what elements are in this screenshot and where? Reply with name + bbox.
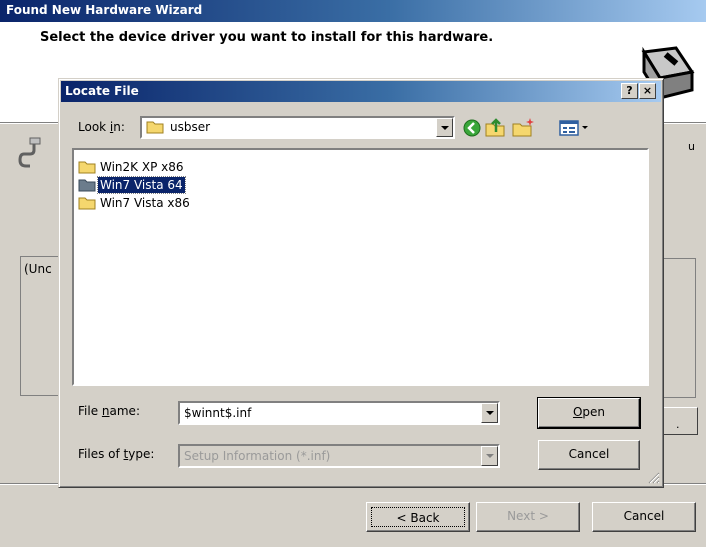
back-button[interactable]: < Back (366, 502, 470, 532)
wizard-heading: Select the device driver you want to ins… (40, 30, 494, 45)
close-button[interactable]: × (639, 83, 656, 99)
wizard-titlebar: Found New Hardware Wizard (0, 0, 706, 22)
help-button[interactable]: ? (621, 83, 638, 99)
back-button-label: < Back (371, 507, 465, 527)
file-name-label: File name: (78, 404, 140, 418)
file-name-dropdown-arrow[interactable] (481, 403, 498, 423)
wizard-title: Found New Hardware Wizard (6, 3, 203, 17)
folder-icon (78, 197, 96, 210)
look-in-value: usbser (170, 120, 211, 134)
dialog-title: Locate File (65, 84, 139, 98)
dialog-titlebar: Locate File (61, 81, 661, 102)
file-type-dropdown-arrow[interactable] (481, 446, 498, 466)
wizard-have-disk-label: . (676, 418, 680, 431)
list-item-label: Win2K XP x86 (100, 160, 184, 174)
list-item-label: Win7 Vista x86 (100, 196, 190, 210)
resize-grip-icon[interactable] (646, 470, 660, 484)
wizard-model-list[interactable] (20, 256, 60, 396)
file-name-input[interactable]: $winnt$.inf (178, 401, 500, 425)
new-folder-icon[interactable] (511, 116, 535, 138)
next-button[interactable]: Next > (476, 502, 580, 532)
back-arrow-icon[interactable] (462, 118, 482, 138)
up-folder-icon[interactable] (484, 116, 506, 138)
folder-icon (146, 121, 164, 134)
file-type-select[interactable]: Setup Information (*.inf) (178, 444, 500, 468)
open-button[interactable]: Open (538, 398, 640, 428)
folder-icon (78, 161, 96, 174)
look-in-label: Look in: (78, 120, 125, 134)
dialog-cancel-button[interactable]: Cancel (538, 440, 640, 470)
file-type-label: Files of type: (78, 447, 155, 461)
wizard-model-text: (Unc (24, 262, 52, 276)
wizard-partial-text: u (688, 140, 695, 153)
folder-icon (78, 179, 96, 192)
list-item-label: Win7 Vista 64 (97, 176, 186, 194)
usb-device-icon (18, 137, 41, 168)
look-in-dropdown-arrow[interactable] (436, 118, 453, 137)
wizard-cancel-button[interactable]: Cancel (592, 502, 696, 532)
views-menu-icon[interactable] (558, 118, 592, 138)
